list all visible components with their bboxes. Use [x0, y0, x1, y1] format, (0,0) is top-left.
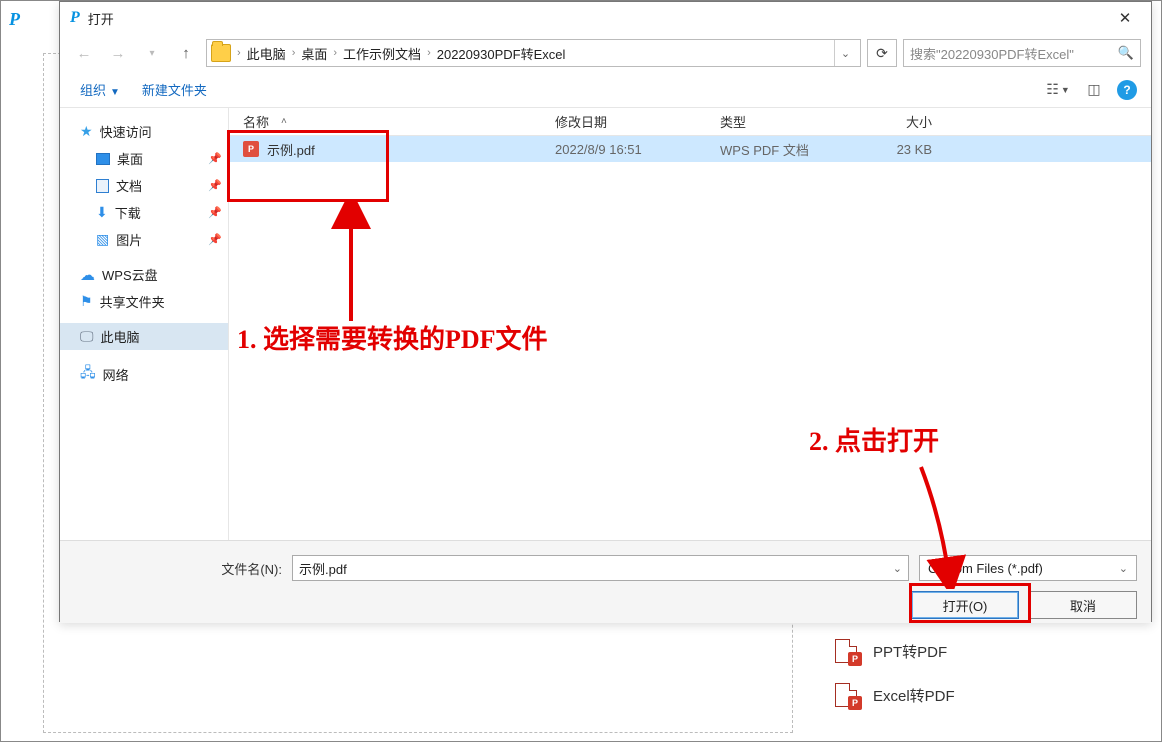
file-date: 2022/8/9 16:51: [541, 142, 706, 157]
refresh-button[interactable]: ⟳: [867, 39, 897, 67]
app-icon: P: [70, 9, 80, 27]
crumb-folder-2[interactable]: 20220930PDF转Excel: [433, 44, 570, 63]
chevron-down-icon: ⌄: [893, 562, 902, 575]
search-placeholder: 搜索"20220930PDF转Excel": [910, 44, 1114, 63]
col-size[interactable]: 大小: [846, 112, 946, 131]
file-size: 23 KB: [846, 142, 946, 157]
nav-tree: ★快速访问 桌面📌 文档📌 ⬇下载📌 ▧图片📌 ☁WPS云盘 ⚑共享文件夹 🖵此…: [60, 108, 228, 540]
star-icon: ★: [80, 123, 93, 140]
forward-button[interactable]: →: [104, 39, 132, 67]
tree-desktop[interactable]: 桌面📌: [60, 145, 228, 172]
col-name[interactable]: 名称˄: [229, 112, 541, 131]
crumb-this-pc[interactable]: 此电脑: [243, 44, 290, 63]
tree-this-pc[interactable]: 🖵此电脑: [60, 323, 228, 350]
download-icon: ⬇: [96, 204, 108, 221]
open-button[interactable]: 打开(O): [911, 591, 1019, 619]
file-list: 名称˄ 修改日期 类型 大小 P 示例.pdf 2022/8/9 16:51 W…: [228, 108, 1151, 540]
bg-ppt-to-pdf[interactable]: P PPT转PDF: [835, 629, 955, 673]
dialog-body: ★快速访问 桌面📌 文档📌 ⬇下载📌 ▧图片📌 ☁WPS云盘 ⚑共享文件夹 🖵此…: [60, 108, 1151, 540]
pin-icon: 📌: [208, 152, 222, 165]
nav-row: ← → ▾ ↑ › 此电脑 › 桌面 › 工作示例文档 › 20220930PD…: [60, 34, 1151, 72]
chevron-right-icon: ›: [237, 47, 241, 59]
tree-shared[interactable]: ⚑共享文件夹: [60, 288, 228, 315]
sort-indicator: ˄: [281, 116, 287, 127]
chevron-down-icon: ⌄: [1119, 562, 1128, 575]
picture-icon: ▧: [96, 231, 109, 248]
background-options: P PPT转PDF P Excel转PDF: [835, 629, 955, 717]
breadcrumb-dropdown[interactable]: ⌄: [834, 40, 856, 66]
app-logo: P: [9, 9, 47, 35]
cancel-button[interactable]: 取消: [1029, 591, 1137, 619]
bg-excel-to-pdf[interactable]: P Excel转PDF: [835, 673, 955, 717]
file-name-cell: P 示例.pdf: [229, 140, 541, 159]
tree-documents[interactable]: 文档📌: [60, 172, 228, 199]
share-icon: ⚑: [80, 293, 93, 310]
bg-ppt-label: PPT转PDF: [873, 641, 947, 662]
toolbar: 组织▼ 新建文件夹 ☷▼ ◫ ?: [60, 72, 1151, 108]
chevron-right-icon: ›: [292, 47, 296, 59]
chevron-right-icon: ›: [427, 47, 431, 59]
search-icon: 🔍: [1118, 45, 1134, 61]
col-type[interactable]: 类型: [706, 112, 846, 131]
file-type: WPS PDF 文档: [706, 140, 846, 159]
column-headers: 名称˄ 修改日期 类型 大小: [229, 108, 1151, 136]
close-icon: ✕: [1119, 9, 1132, 27]
breadcrumb-bar[interactable]: › 此电脑 › 桌面 › 工作示例文档 › 20220930PDF转Excel …: [206, 39, 861, 67]
folder-icon: [211, 44, 231, 62]
desktop-icon: [96, 153, 110, 165]
filename-input[interactable]: 示例.pdf ⌄: [292, 555, 909, 581]
back-button[interactable]: ←: [70, 39, 98, 67]
file-icon: P: [835, 639, 857, 663]
organize-menu[interactable]: 组织▼: [74, 76, 126, 103]
open-dialog: P 打开 ✕ ← → ▾ ↑ › 此电脑 › 桌面 › 工作示例文档 › 202…: [59, 1, 1152, 622]
cloud-icon: ☁: [80, 266, 95, 284]
preview-pane-toggle[interactable]: ◫: [1081, 79, 1107, 101]
chevron-down-icon: ▼: [110, 87, 120, 98]
pdf-icon: P: [243, 141, 259, 157]
filename-label: 文件名(N):: [221, 559, 282, 578]
annotation-step1: 1. 选择需要转换的PDF文件: [237, 327, 548, 353]
search-input[interactable]: 搜索"20220930PDF转Excel" 🔍: [903, 39, 1141, 67]
pin-icon: 📌: [208, 179, 222, 192]
dialog-footer: 文件名(N): 示例.pdf ⌄ Custom Files (*.pdf) ⌄ …: [60, 540, 1151, 623]
tree-wps-cloud[interactable]: ☁WPS云盘: [60, 261, 228, 288]
file-type-filter[interactable]: Custom Files (*.pdf) ⌄: [919, 555, 1137, 581]
tree-network[interactable]: 🖧网络: [60, 358, 228, 390]
network-icon: 🖧: [80, 362, 96, 386]
titlebar: P 打开 ✕: [60, 2, 1151, 34]
file-row[interactable]: P 示例.pdf 2022/8/9 16:51 WPS PDF 文档 23 KB: [229, 136, 1151, 162]
new-folder-button[interactable]: 新建文件夹: [136, 76, 213, 103]
close-button[interactable]: ✕: [1105, 5, 1145, 31]
dialog-title: 打开: [88, 9, 114, 28]
file-icon: P: [835, 683, 857, 707]
tree-quick-access[interactable]: ★快速访问: [60, 118, 228, 145]
crumb-folder-1[interactable]: 工作示例文档: [339, 44, 425, 63]
document-icon: [96, 179, 109, 193]
crumb-desktop[interactable]: 桌面: [297, 44, 331, 63]
help-button[interactable]: ?: [1117, 80, 1137, 100]
col-date[interactable]: 修改日期: [541, 112, 706, 131]
bg-excel-label: Excel转PDF: [873, 685, 955, 706]
up-button[interactable]: ↑: [172, 39, 200, 67]
annotation-step2: 2. 点击打开: [809, 429, 939, 455]
pin-icon: 📌: [208, 206, 222, 219]
tree-pictures[interactable]: ▧图片📌: [60, 226, 228, 253]
pin-icon: 📌: [208, 233, 222, 246]
recent-dropdown[interactable]: ▾: [138, 39, 166, 67]
chevron-right-icon: ›: [333, 47, 337, 59]
view-options[interactable]: ☷▼: [1045, 79, 1071, 101]
tree-downloads[interactable]: ⬇下载📌: [60, 199, 228, 226]
pc-icon: 🖵: [80, 328, 94, 345]
